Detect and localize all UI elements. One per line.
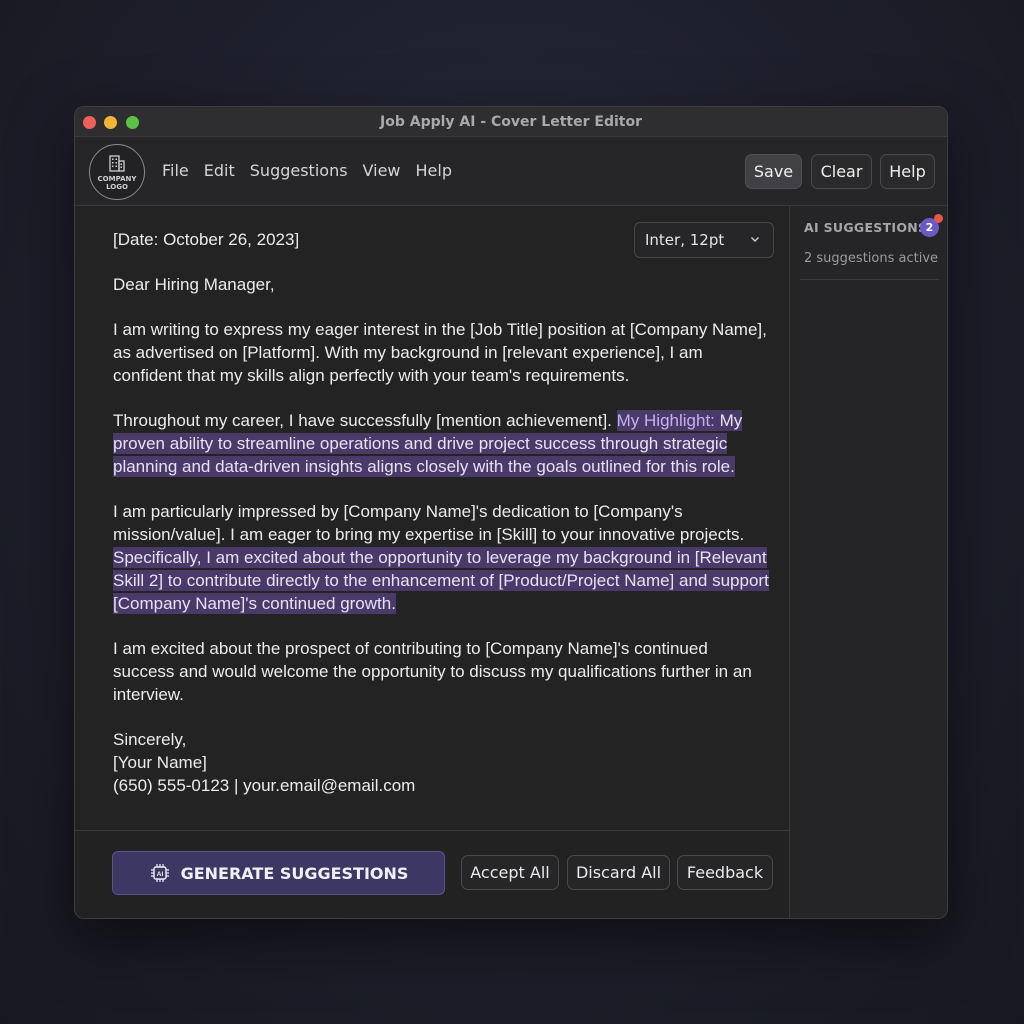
app-window: Job Apply AI - Cover Letter Editor COMPA…	[74, 106, 948, 919]
highlight-suggestion-2[interactable]: Specifically, I am excited about the opp…	[113, 547, 769, 614]
main-menu: File Edit Suggestions View Help	[162, 161, 452, 180]
building-icon	[109, 155, 125, 172]
svg-text:AI: AI	[156, 871, 163, 878]
letter-body[interactable]: [Date: October 26, 2023] Dear Hiring Man…	[113, 228, 773, 797]
sidebar-status: 2 suggestions active	[804, 251, 939, 266]
menu-item-help[interactable]: Help	[416, 161, 452, 180]
letter-date: [Date: October 26, 2023]	[113, 230, 300, 249]
letter-name: [Your Name]	[113, 753, 207, 772]
menu-bar: COMPANY LOGO File Edit Suggestions View …	[75, 137, 947, 206]
save-button[interactable]: Save	[745, 154, 802, 189]
menu-item-edit[interactable]: Edit	[204, 161, 235, 180]
generate-suggestions-label: GENERATE SUGGESTIONS	[180, 863, 409, 883]
menu-item-view[interactable]: View	[363, 161, 401, 180]
letter-editor[interactable]: Inter, 12pt [Date: October 26, 2023] Dea…	[75, 206, 789, 830]
notification-dot	[934, 214, 943, 223]
action-footer: AI GENERATE SUGGESTIONS Accept All Disca…	[75, 830, 789, 918]
ai-chip-icon: AI	[150, 864, 169, 882]
suggestions-sidebar: AI SUGGESTIONS 2 2 suggestions active	[789, 206, 947, 918]
logo-text: COMPANY LOGO	[97, 175, 137, 191]
sidebar-divider	[800, 279, 939, 280]
sidebar-title: AI SUGGESTIONS	[804, 220, 928, 235]
letter-contact: (650) 555-0123 | your.email@email.com	[113, 776, 416, 795]
title-bar: Job Apply AI - Cover Letter Editor	[75, 107, 947, 137]
menu-item-suggestions[interactable]: Suggestions	[250, 161, 348, 180]
letter-closing: Sincerely,	[113, 730, 187, 749]
window-title: Job Apply AI - Cover Letter Editor	[380, 114, 642, 130]
letter-paragraph-2: Throughout my career, I have successfull…	[113, 409, 773, 478]
accept-all-button[interactable]: Accept All	[461, 855, 559, 890]
letter-paragraph-3: I am particularly impressed by [Company …	[113, 500, 773, 615]
help-button[interactable]: Help	[880, 154, 935, 189]
highlight-label: My Highlight:	[616, 411, 715, 430]
generate-suggestions-button[interactable]: AI GENERATE SUGGESTIONS	[112, 851, 445, 895]
letter-paragraph-1: I am writing to express my eager interes…	[113, 320, 767, 385]
feedback-button[interactable]: Feedback	[677, 855, 773, 890]
signature-block: Sincerely, [Your Name] (650) 555-0123 | …	[113, 728, 773, 797]
company-logo: COMPANY LOGO	[89, 144, 145, 200]
letter-greeting: Dear Hiring Manager,	[113, 275, 275, 294]
clear-button[interactable]: Clear	[811, 154, 872, 189]
paragraph-2-text: Throughout my career, I have successfull…	[113, 411, 617, 430]
letter-paragraph-4: I am excited about the prospect of contr…	[113, 639, 752, 704]
paragraph-3-text: I am particularly impressed by [Company …	[113, 502, 745, 544]
menu-item-file[interactable]: File	[162, 161, 189, 180]
discard-all-button[interactable]: Discard All	[567, 855, 670, 890]
